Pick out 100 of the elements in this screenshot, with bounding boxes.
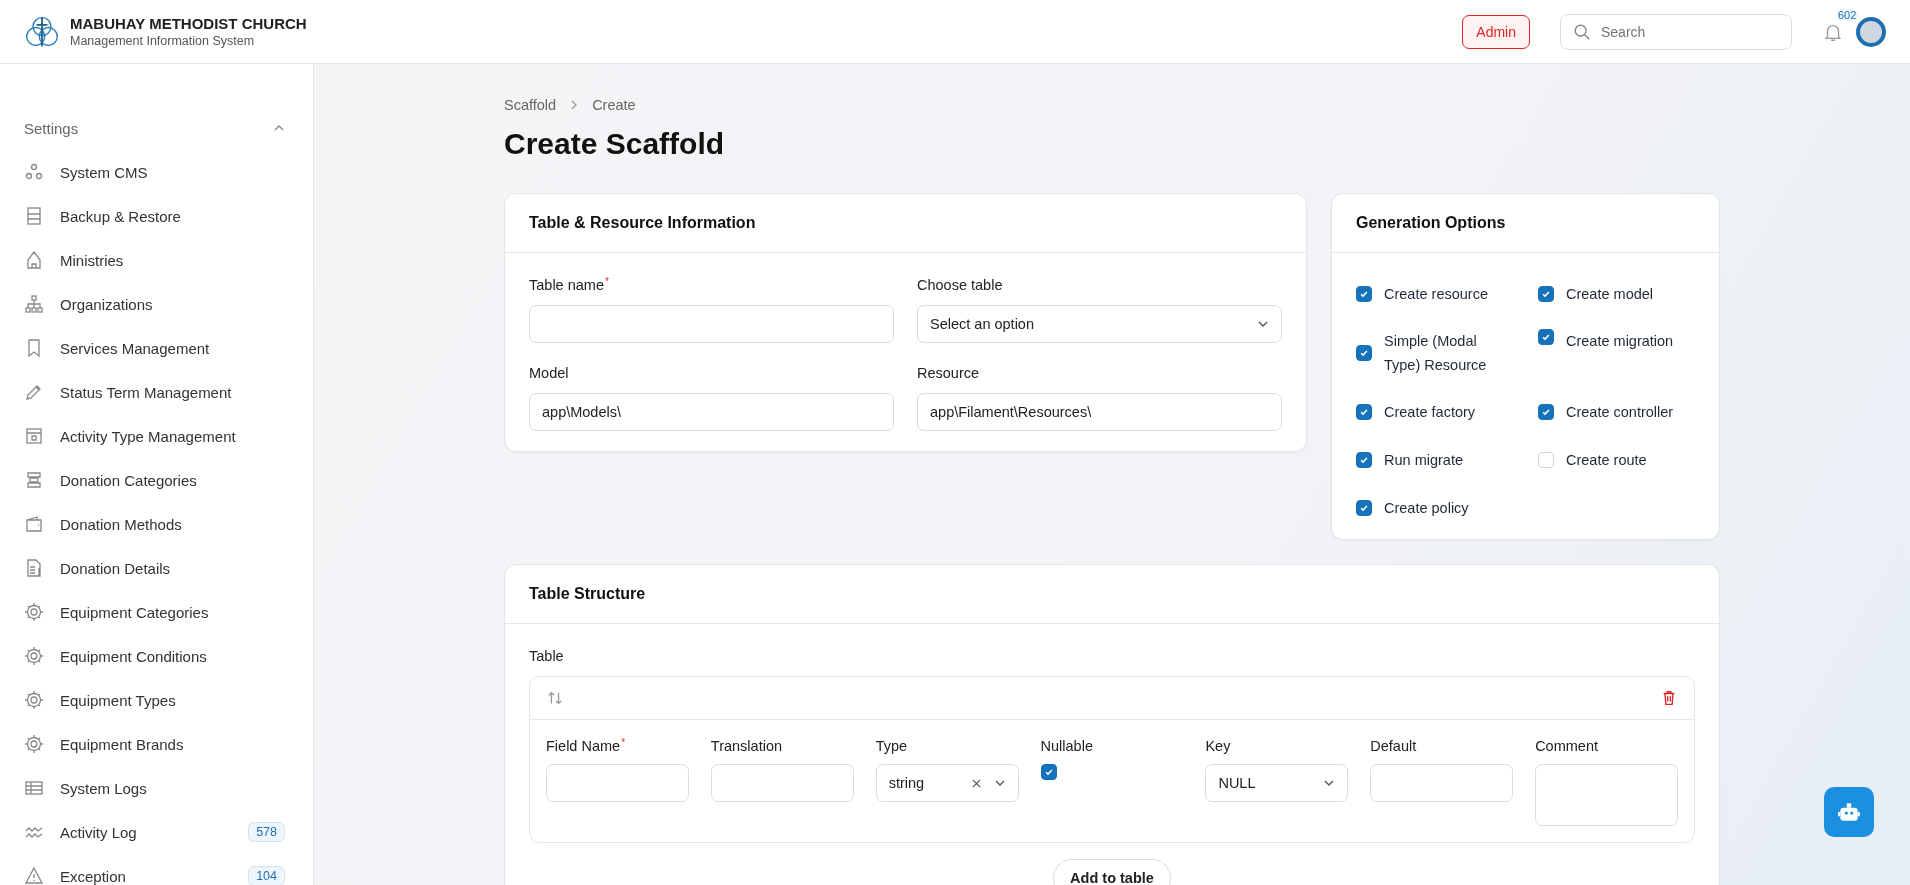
option-label: Simple (Modal Type) Resource: [1384, 332, 1488, 375]
sidebar-item[interactable]: Status Term Management: [24, 370, 285, 414]
chatbot-button[interactable]: [1824, 787, 1874, 837]
option-label: Create policy: [1384, 499, 1470, 518]
column-label: Field Name: [546, 738, 621, 754]
menu-icon: [24, 734, 44, 754]
required-mark: *: [621, 738, 626, 748]
checkbox[interactable]: [1538, 329, 1554, 345]
field-label: Choose table: [917, 277, 1003, 293]
checkbox[interactable]: [1356, 286, 1372, 302]
checkbox[interactable]: [1356, 345, 1372, 361]
breadcrumb-link[interactable]: Create: [592, 97, 636, 113]
card-title: Generation Options: [1332, 194, 1719, 253]
check-icon: [1359, 289, 1369, 299]
checkbox[interactable]: [1538, 286, 1554, 302]
column-label: Key: [1205, 738, 1231, 754]
option-label: Create controller: [1566, 403, 1675, 422]
sidebar-item[interactable]: Ministries: [24, 238, 285, 282]
reorder-icon[interactable]: [546, 689, 564, 707]
search-icon: [1573, 22, 1591, 41]
breadcrumb-link[interactable]: Scaffold: [504, 97, 557, 113]
check-icon: [1541, 332, 1551, 342]
menu-icon: [24, 294, 44, 314]
menu-icon: [24, 470, 44, 490]
menu-icon: [24, 162, 44, 182]
card-title: Table & Resource Information: [505, 194, 1306, 253]
sidebar-item[interactable]: System Logs: [24, 766, 285, 810]
sidebar-item[interactable]: Activity Type Management: [24, 414, 285, 458]
checkbox[interactable]: [1040, 764, 1057, 780]
column-label: Type: [875, 738, 908, 754]
count-badge: 104: [248, 866, 285, 885]
sidebar-item[interactable]: Activity Log 578: [24, 810, 285, 854]
option-label: Run migrate: [1384, 451, 1464, 470]
option-label: Create factory: [1384, 403, 1477, 422]
text-field[interactable]: [710, 764, 854, 802]
sidebar-item[interactable]: System CMS: [24, 150, 285, 194]
select-field[interactable]: Select an option: [917, 305, 1282, 343]
check-icon: [1359, 348, 1369, 358]
field-label: Model: [529, 365, 569, 381]
check-icon: [1359, 407, 1369, 417]
menu-icon: [24, 866, 44, 885]
user-avatar[interactable]: [1856, 16, 1886, 47]
sidebar-item[interactable]: Equipment Categories: [24, 590, 285, 634]
menu-icon: [24, 690, 44, 710]
menu-icon: [24, 602, 44, 622]
required-mark: *: [604, 277, 609, 287]
menu-icon: [24, 250, 44, 270]
check-icon: [1043, 767, 1054, 777]
column-label: Translation: [710, 738, 783, 754]
sidebar-item[interactable]: Donation Details: [24, 546, 285, 590]
role-badge: Admin: [1462, 14, 1530, 49]
menu-icon: [24, 646, 44, 666]
count-badge: 578: [248, 822, 285, 842]
system-subtitle: Management Information System: [70, 34, 256, 48]
section-label: Table: [529, 648, 565, 664]
menu-icon: [24, 206, 44, 226]
settings-group-toggle[interactable]: Settings: [24, 116, 285, 140]
menu-icon: [24, 514, 44, 534]
column-label: Nullable: [1040, 738, 1093, 754]
church-name: MABUHAY METHODIST CHURCH: [70, 15, 307, 32]
check-icon: [1359, 503, 1369, 513]
sidebar-item[interactable]: Exception 104: [24, 854, 285, 885]
sidebar-item[interactable]: Equipment Types: [24, 678, 285, 722]
option-label: Create route: [1566, 451, 1648, 470]
menu-icon: [24, 426, 44, 446]
column-label: Default: [1370, 738, 1417, 754]
option-label: Create resource: [1384, 285, 1489, 304]
check-icon: [1541, 407, 1551, 417]
column-label: Comment: [1535, 738, 1598, 754]
sidebar-item[interactable]: Equipment Conditions: [24, 634, 285, 678]
checkbox[interactable]: [1538, 404, 1554, 420]
clear-icon[interactable]: [970, 777, 982, 789]
check-icon: [1541, 289, 1551, 299]
checkbox[interactable]: [1356, 404, 1372, 420]
sidebar-item[interactable]: Services Management: [24, 326, 285, 370]
sidebar-item[interactable]: Donation Methods: [24, 502, 285, 546]
sidebar-item[interactable]: Backup & Restore: [24, 194, 285, 238]
page-title: Create Scaffold: [504, 127, 726, 161]
field-label: Table name: [529, 277, 604, 293]
select-field[interactable]: string: [875, 764, 1019, 802]
field-label: Resource: [917, 365, 980, 381]
text-field[interactable]: [1370, 764, 1514, 802]
text-field[interactable]: app\Filament\Resources\: [917, 393, 1282, 431]
text-field[interactable]: app\Models\: [529, 393, 894, 431]
checkbox[interactable]: [1356, 452, 1372, 468]
sidebar-item[interactable]: Donation Categories: [24, 458, 285, 502]
select-field[interactable]: NULL: [1205, 764, 1349, 802]
search-field[interactable]: Search: [1560, 13, 1792, 50]
sidebar-item[interactable]: Equipment Brands: [24, 722, 285, 766]
option-label: Create model: [1566, 285, 1655, 304]
check-icon: [1359, 455, 1369, 465]
checkbox[interactable]: [1356, 500, 1372, 516]
add-to-table-button[interactable]: Add to table: [1053, 859, 1171, 885]
option-label: Create migration: [1566, 332, 1675, 351]
menu-icon: [24, 558, 44, 578]
notification-count: 602: [1836, 8, 1859, 21]
sidebar-item[interactable]: Organizations: [24, 282, 285, 326]
text-field[interactable]: [546, 764, 689, 802]
text-field[interactable]: [529, 305, 894, 343]
menu-icon: [24, 778, 44, 798]
